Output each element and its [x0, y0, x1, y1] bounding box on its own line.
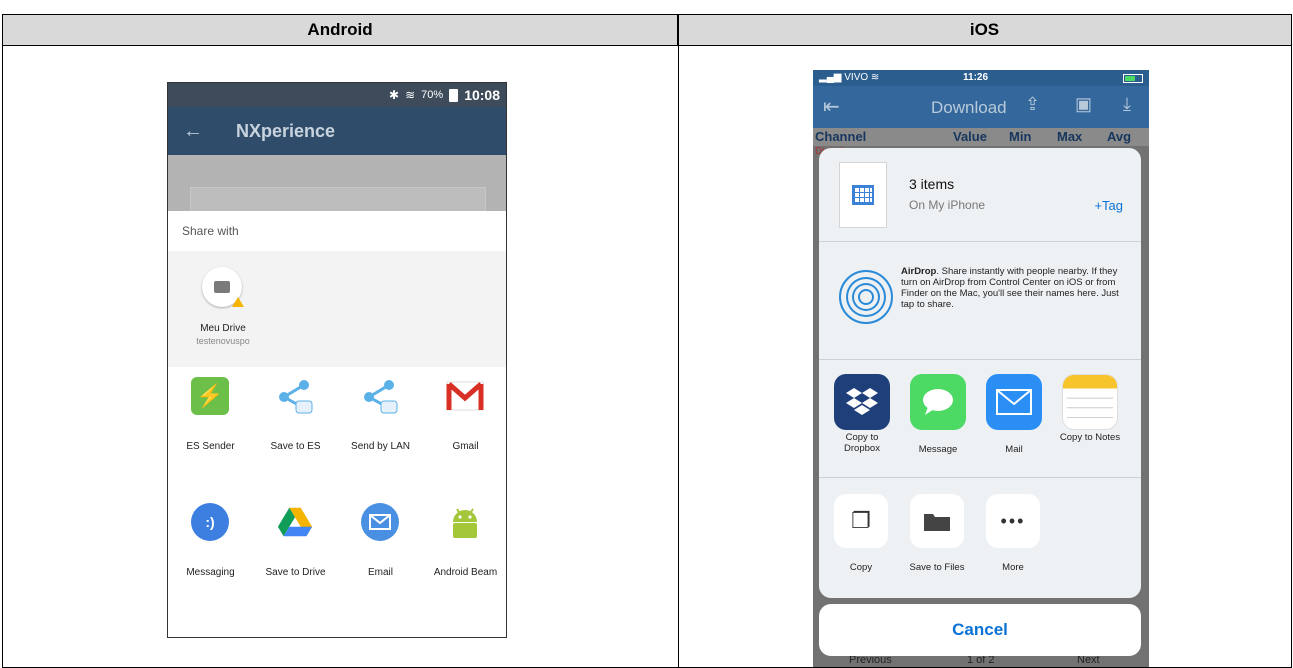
wifi-icon: ≋ — [405, 88, 416, 102]
ios-status-bar: ▂▄▆ VIVO ≋ 11:26 — [813, 70, 1149, 86]
share-app-label: Copy to Dropbox — [844, 432, 880, 454]
share-apps-row: Copy to Dropbox Message Mail Copy to Not… — [819, 360, 1141, 478]
share-app-message[interactable]: Message — [903, 374, 973, 474]
airdrop-section: AirDrop. Share instantly with people nea… — [819, 242, 1141, 360]
app-title: NXperience — [236, 120, 336, 141]
share-app-mail[interactable]: Mail — [979, 374, 1049, 474]
spreadsheet-icon — [852, 185, 874, 205]
share-es-icon — [276, 377, 314, 415]
share-app-save-to-drive[interactable]: Save to Drive — [253, 503, 338, 603]
action-label: Copy — [849, 562, 873, 573]
share-app-label: Messaging — [186, 567, 235, 578]
action-save-to-files[interactable]: Save to Files — [903, 494, 973, 594]
exit-icon[interactable]: ⇤ — [823, 94, 840, 119]
action-label: Save to Files — [909, 562, 965, 573]
file-thumbnail — [839, 162, 887, 228]
share-app-messaging[interactable]: :) Messaging — [168, 503, 253, 603]
battery-icon — [1123, 74, 1143, 83]
share-app-label: Send by LAN — [351, 441, 410, 452]
copy-icon: ❐ — [834, 494, 888, 548]
cancel-button[interactable]: Cancel — [819, 604, 1141, 656]
save-icon[interactable]: ▣ — [1075, 94, 1092, 115]
share-header: 3 items On My iPhone +Tag — [819, 148, 1141, 242]
signal-carrier: ▂▄▆ VIVO ≋ — [819, 72, 880, 83]
share-app-label: Mail — [1005, 444, 1023, 455]
dimmed-background — [168, 155, 506, 217]
col-value: Value — [953, 129, 987, 144]
action-more[interactable]: ••• More — [979, 494, 1049, 594]
share-app-email[interactable]: Email — [338, 503, 423, 603]
share-app-label: Message — [918, 444, 958, 455]
column-header-android: Android — [3, 15, 678, 46]
col-avg: Avg — [1107, 129, 1132, 144]
col-max: Max — [1057, 129, 1083, 144]
android-icon — [446, 503, 484, 541]
tag-button[interactable]: +Tag — [1094, 198, 1123, 213]
share-app-gmail[interactable]: Gmail — [423, 377, 506, 477]
share-app-label: Save to Drive — [265, 567, 326, 578]
airdrop-icon — [839, 270, 893, 324]
share-app-label: Email — [367, 567, 393, 578]
gmail-icon — [446, 377, 484, 415]
share-app-android-beam[interactable]: Android Beam — [423, 503, 506, 603]
recent-target-label: Meu Drive — [200, 323, 246, 334]
status-time: 10:08 — [464, 87, 500, 103]
more-icon: ••• — [986, 494, 1040, 548]
messaging-icon: :) — [191, 503, 229, 541]
share-app-notes[interactable]: Copy to Notes — [1055, 374, 1125, 474]
share-icon[interactable]: ⇪ — [1025, 94, 1040, 115]
message-icon — [910, 374, 966, 430]
dropbox-icon — [834, 374, 890, 430]
share-sheet: Share with Meu Drive testenovuspo ⚡ ES S… — [168, 211, 506, 637]
action-copy[interactable]: ❐ Copy — [827, 494, 897, 594]
share-app-save-to-es[interactable]: Save to ES — [253, 377, 338, 477]
bluetooth-icon: ✱ — [389, 88, 400, 102]
status-time: 11:26 — [963, 72, 989, 83]
share-app-send-by-lan[interactable]: Send by LAN — [338, 377, 423, 477]
es-sender-icon: ⚡ — [191, 377, 229, 415]
android-screenshot: ✱ ≋ 70% 10:08 ← NXperience Share with Me… — [167, 82, 507, 638]
share-sheet-title: Share with — [182, 224, 239, 238]
email-icon — [361, 503, 399, 541]
battery-icon — [449, 88, 459, 102]
share-app-label: Android Beam — [433, 567, 498, 578]
share-lan-icon — [361, 377, 399, 415]
share-app-label: Save to ES — [270, 441, 321, 452]
airdrop-title: AirDrop — [901, 266, 937, 277]
recent-target-account: testenovuspo — [196, 336, 250, 346]
share-sheet: 3 items On My iPhone +Tag AirDrop. Share… — [819, 148, 1141, 598]
share-app-es-sender[interactable]: ⚡ ES Sender — [168, 377, 253, 477]
items-location: On My iPhone — [909, 198, 986, 212]
drive-icon — [276, 503, 314, 541]
action-label: More — [1002, 562, 1024, 573]
ios-nav-bar: ⇤ Download ⇪ ▣ ⤓ — [813, 86, 1149, 128]
share-actions-row: ❐ Copy Save to Files ••• More — [819, 478, 1141, 598]
battery-percent: 70% — [421, 89, 444, 101]
share-app-label: Copy to Notes — [1059, 432, 1121, 443]
android-status-bar: ✱ ≋ 70% 10:08 — [168, 83, 506, 107]
airdrop-description: AirDrop. Share instantly with people nea… — [901, 266, 1129, 310]
items-count: 3 items — [909, 176, 955, 192]
column-divider — [678, 15, 679, 667]
notes-icon — [1062, 374, 1118, 430]
col-channel: Channel — [815, 129, 867, 144]
nav-title: Download — [931, 98, 1007, 117]
share-app-label: ES Sender — [186, 441, 235, 452]
share-app-dropbox[interactable]: Copy to Dropbox — [827, 374, 897, 474]
recent-share-target[interactable]: Meu Drive testenovuspo — [168, 251, 506, 367]
share-app-label: Gmail — [452, 441, 479, 452]
data-table-header: Channel Value Min Max Avg — [813, 128, 1149, 146]
folder-icon — [910, 494, 964, 548]
ios-screenshot: ▂▄▆ VIVO ≋ 11:26 ⇤ Download ⇪ ▣ ⤓ Channe… — [813, 70, 1149, 667]
back-arrow-icon[interactable]: ← — [168, 120, 218, 143]
android-app-bar: ← NXperience — [168, 107, 506, 155]
mail-icon — [986, 374, 1042, 430]
download-icon[interactable]: ⤓ — [1123, 94, 1131, 115]
drive-badge-icon — [232, 297, 244, 307]
col-min: Min — [1009, 129, 1032, 144]
column-header-ios: iOS — [678, 15, 1291, 46]
